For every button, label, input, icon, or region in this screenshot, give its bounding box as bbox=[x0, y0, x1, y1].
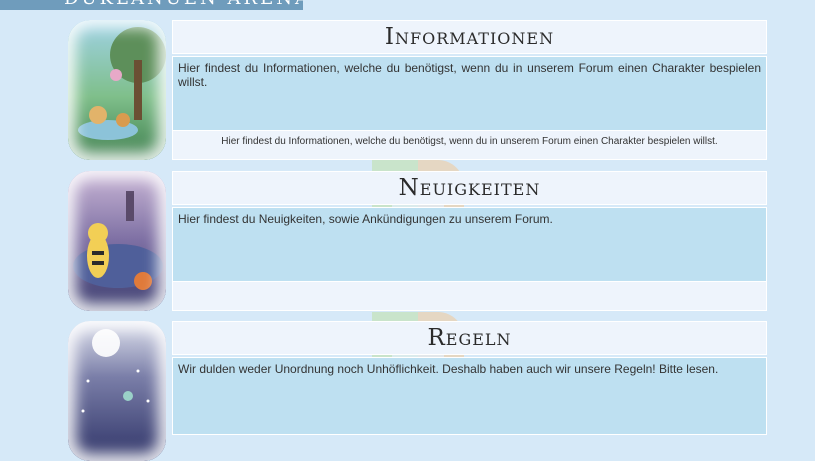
forum-description: Hier findest du Neuigkeiten, sowie Ankün… bbox=[172, 207, 767, 285]
forum-image-neuigkeiten[interactable] bbox=[68, 171, 166, 311]
night-sky-pokemon-illustration bbox=[68, 321, 166, 461]
forum-title[interactable]: Informationen bbox=[385, 24, 554, 50]
ampharos-lighthouse-illustration bbox=[68, 171, 166, 311]
forum-image-regeln[interactable] bbox=[68, 321, 166, 461]
forum-description: Hier findest du Informationen, welche du… bbox=[172, 56, 767, 134]
forum-block-neuigkeiten: Neuigkeiten Hier findest du Neuigkeiten,… bbox=[68, 171, 767, 311]
banner-text: DUKLANUEN ARENA bbox=[64, 0, 303, 9]
forum-title-bar[interactable]: Neuigkeiten bbox=[172, 171, 767, 205]
forum-title-bar[interactable]: Regeln bbox=[172, 321, 767, 355]
forum-description: Wir dulden weder Unordnung noch Unhöflic… bbox=[172, 357, 767, 435]
forum-title-bar[interactable]: Informationen bbox=[172, 20, 767, 54]
forum-title[interactable]: Regeln bbox=[427, 325, 511, 351]
forum-footer bbox=[172, 281, 767, 311]
forum-footer: Hier findest du Informationen, welche du… bbox=[172, 130, 767, 160]
forum-title[interactable]: Neuigkeiten bbox=[399, 175, 541, 201]
forum-image-informationen[interactable] bbox=[68, 20, 166, 160]
forum-block-informationen: Informationen Hier findest du Informatio… bbox=[68, 20, 767, 160]
top-banner: DUKLANUEN ARENA bbox=[0, 0, 303, 10]
forest-pokemon-illustration bbox=[68, 20, 166, 160]
forum-block-regeln: Regeln Wir dulden weder Unordnung noch U… bbox=[68, 321, 767, 461]
